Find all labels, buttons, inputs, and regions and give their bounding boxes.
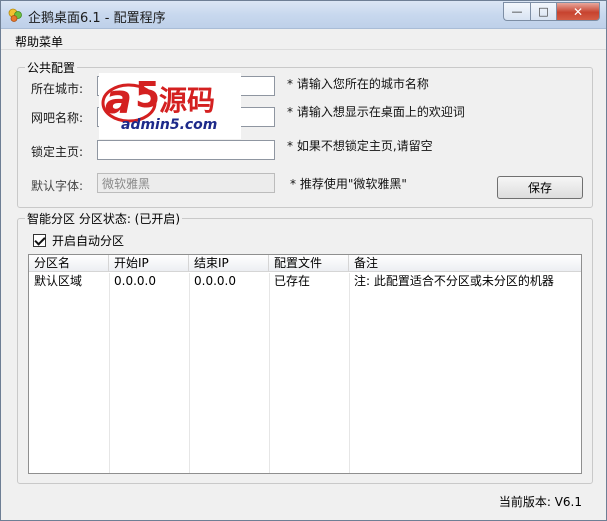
config-window: 企鹅桌面6.1 - 配置程序 — □ ✕ 帮助菜单 公共配置 所在城市: * 请… bbox=[0, 0, 607, 521]
save-button[interactable]: 保存 bbox=[497, 176, 583, 199]
cell-end-ip: 0.0.0.0 bbox=[194, 274, 236, 288]
col-remark[interactable]: 备注 bbox=[349, 255, 581, 272]
partition-legend: 智能分区 分区状态: (已开启) bbox=[25, 210, 183, 227]
grid-line bbox=[269, 273, 270, 473]
auto-partition-label[interactable]: 开启自动分区 bbox=[52, 232, 124, 249]
partition-list[interactable]: 分区名 开始IP 结束IP 配置文件 备注 默认区域 0.0.0.0 0.0.0… bbox=[28, 254, 582, 474]
col-partition-name[interactable]: 分区名 bbox=[29, 255, 109, 272]
cafe-hint: * 请输入想显示在桌面上的欢迎词 bbox=[287, 105, 465, 119]
col-start-ip[interactable]: 开始IP bbox=[109, 255, 189, 272]
close-icon: ✕ bbox=[572, 4, 584, 19]
table-row[interactable]: 默认区域 0.0.0.0 0.0.0.0 已存在 注: 此配置适合不分区或未分区… bbox=[29, 273, 581, 291]
city-hint: * 请输入您所在的城市名称 bbox=[287, 77, 429, 91]
font-hint: * 推荐使用"微软雅黑" bbox=[290, 177, 407, 191]
auto-partition-checkbox[interactable] bbox=[33, 234, 46, 247]
col-end-ip[interactable]: 结束IP bbox=[189, 255, 269, 272]
admin5-watermark: a 5 源码 admin5.com bbox=[99, 73, 241, 139]
font-input bbox=[97, 173, 275, 193]
city-label: 所在城市: bbox=[31, 82, 84, 96]
font-label: 默认字体: bbox=[31, 179, 84, 193]
partition-list-header: 分区名 开始IP 结束IP 配置文件 备注 bbox=[29, 255, 581, 272]
title-bar[interactable]: 企鹅桌面6.1 - 配置程序 — □ ✕ bbox=[1, 1, 606, 29]
col-config-file[interactable]: 配置文件 bbox=[269, 255, 349, 272]
logo-5: 5 bbox=[135, 75, 161, 116]
public-config-legend: 公共配置 bbox=[25, 59, 78, 76]
cell-remark: 注: 此配置适合不分区或未分区的机器 bbox=[354, 274, 554, 288]
window-title: 企鹅桌面6.1 - 配置程序 bbox=[28, 11, 166, 26]
cafe-label: 网吧名称: bbox=[31, 111, 84, 125]
version-label: 当前版本: V6.1 bbox=[498, 495, 582, 509]
logo-site: admin5.com bbox=[121, 117, 218, 133]
grid-line bbox=[189, 273, 190, 473]
logo-cn: 源码 bbox=[159, 84, 216, 117]
qq-desktop-icon bbox=[8, 8, 22, 22]
minimize-icon: — bbox=[511, 5, 523, 18]
auto-partition-row[interactable]: 开启自动分区 bbox=[33, 232, 124, 249]
menu-bar: 帮助菜单 bbox=[1, 30, 606, 50]
homepage-label: 锁定主页: bbox=[31, 145, 84, 159]
cell-start-ip: 0.0.0.0 bbox=[114, 274, 156, 288]
homepage-hint: * 如果不想锁定主页,请留空 bbox=[287, 139, 433, 153]
grid-line bbox=[109, 273, 110, 473]
maximize-button[interactable]: □ bbox=[530, 2, 556, 21]
grid-line bbox=[349, 273, 350, 473]
close-button[interactable]: ✕ bbox=[556, 2, 600, 21]
cell-config-file: 已存在 bbox=[274, 274, 311, 288]
minimize-button[interactable]: — bbox=[503, 2, 530, 21]
homepage-input[interactable] bbox=[97, 140, 275, 160]
cell-partition-name: 默认区域 bbox=[34, 274, 83, 288]
menu-help[interactable]: 帮助菜单 bbox=[15, 33, 63, 50]
maximize-icon: □ bbox=[538, 5, 549, 18]
